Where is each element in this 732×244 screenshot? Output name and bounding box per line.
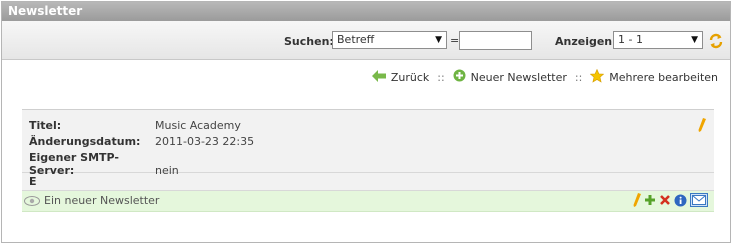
star-icon xyxy=(590,68,605,86)
back-arrow-icon xyxy=(371,69,386,85)
new-newsletter-link[interactable]: Neuer Newsletter xyxy=(453,69,567,85)
table-row[interactable]: Ein neuer Newsletter xyxy=(22,191,714,212)
title-row: Titel: Music Academy xyxy=(29,119,241,132)
search-field-select[interactable]: Betreff ▼ xyxy=(332,31,447,49)
smtp-row: Eigener SMTP-Server: nein xyxy=(29,151,179,177)
send-mail-icon[interactable] xyxy=(690,193,708,207)
page-range-select[interactable]: 1 - 1 ▼ xyxy=(613,31,703,49)
separator: :: xyxy=(574,70,583,84)
filter-toolbar: Suchen: Betreff ▼ = Anzeigen: 1 - 1 ▼ xyxy=(2,21,730,60)
newsletter-info: Titel: Music Academy Änderungsdatum: 2011-… xyxy=(22,110,714,177)
refresh-icon[interactable] xyxy=(708,33,724,52)
dropdown-arrow-icon: ▼ xyxy=(691,35,698,45)
eye-icon[interactable] xyxy=(24,196,40,209)
search-label: Suchen: xyxy=(284,35,334,48)
action-links: Zurück :: Neuer Newsletter :: Mehrere be… xyxy=(371,68,718,86)
newsletter-panel: Newsletter Suchen: Betreff ▼ = Anzeigen:… xyxy=(1,1,731,243)
equals-sign: = xyxy=(450,34,460,47)
edit-multiple-link[interactable]: Mehrere bearbeiten xyxy=(590,68,718,86)
add-circle-icon xyxy=(453,69,466,85)
info-icon[interactable] xyxy=(674,194,687,207)
dropdown-arrow-icon: ▼ xyxy=(435,35,442,45)
row-actions xyxy=(633,193,708,207)
search-input[interactable] xyxy=(459,31,532,50)
changed-date-row: Änderungsdatum: 2011-03-23 22:35 xyxy=(29,135,255,148)
show-label: Anzeigen: xyxy=(555,35,617,48)
edit-pencil-icon[interactable] xyxy=(698,118,706,135)
add-plus-icon[interactable] xyxy=(644,194,656,206)
page-range-value: 1 - 1 xyxy=(618,33,643,46)
panel-title: Newsletter xyxy=(2,2,730,21)
newsletter-card: Titel: Music Academy Änderungsdatum: 2011-… xyxy=(22,109,714,212)
back-link[interactable]: Zurück xyxy=(371,69,429,85)
search-field-value: Betreff xyxy=(337,33,375,46)
newsletter-name[interactable]: Ein neuer Newsletter xyxy=(44,194,159,207)
edit-pencil-icon[interactable] xyxy=(633,193,641,207)
separator: :: xyxy=(437,70,445,84)
delete-x-icon[interactable] xyxy=(659,194,671,206)
